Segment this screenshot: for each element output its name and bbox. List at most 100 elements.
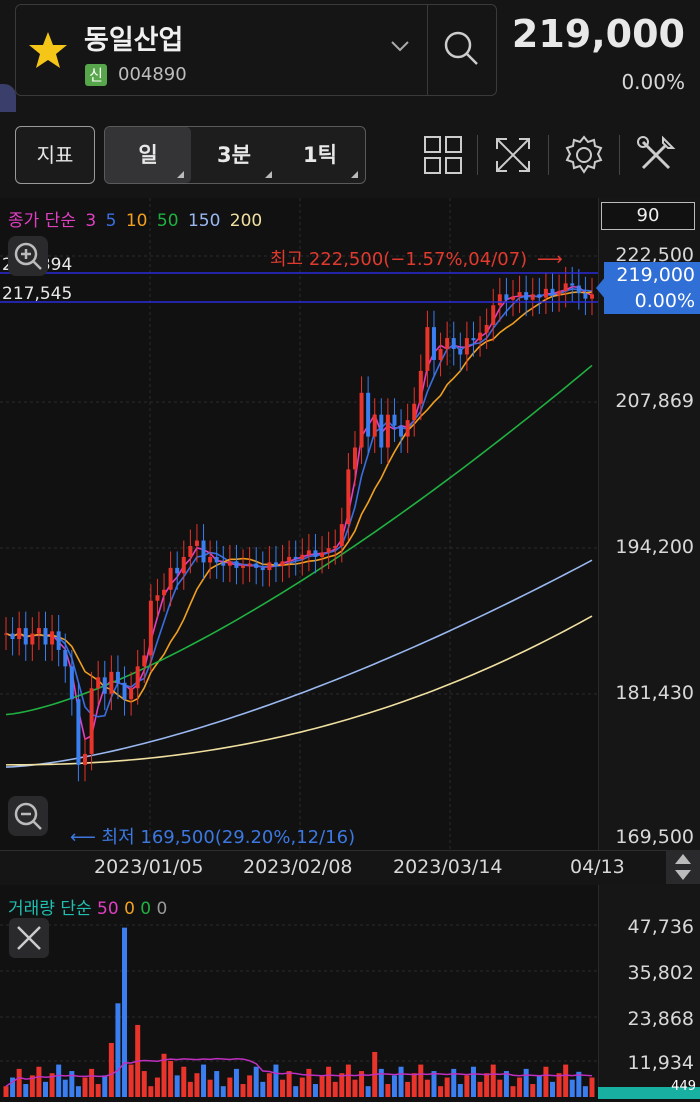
candle — [445, 338, 450, 350]
ma-legend[interactable]: 종가 단순 3 5 10 50 150 200 — [8, 206, 266, 231]
indicator-button[interactable]: 지표 — [15, 126, 95, 184]
close-icon — [17, 926, 41, 950]
candle — [188, 546, 193, 557]
y-axis-label: 194,200 — [615, 536, 694, 558]
candle — [464, 338, 469, 355]
volume-bar — [345, 1064, 351, 1097]
candle — [583, 293, 588, 299]
volume-bar — [319, 1075, 325, 1097]
volume-bar — [293, 1086, 299, 1097]
candle — [50, 631, 55, 645]
candle — [478, 332, 483, 341]
ma50-line — [5, 364, 593, 716]
candle — [392, 414, 397, 426]
candle — [300, 554, 305, 560]
volume-bar — [470, 1066, 476, 1097]
volume-bar — [365, 1086, 371, 1097]
candle — [280, 561, 285, 566]
volume-bar — [490, 1064, 496, 1097]
volume-bar — [122, 927, 128, 1097]
zoom-out-button[interactable] — [8, 796, 48, 836]
volume-bar — [418, 1064, 424, 1097]
volume-bar — [253, 1066, 259, 1097]
candle — [491, 305, 496, 325]
candle — [142, 655, 147, 667]
candle — [550, 288, 555, 296]
candle — [372, 414, 377, 437]
candle — [227, 561, 232, 566]
toolbar-divider — [477, 135, 478, 175]
ma-legend-period: 3 — [85, 211, 97, 231]
candle — [543, 288, 548, 298]
volume-bar — [517, 1077, 523, 1097]
candle — [438, 349, 443, 360]
candle — [590, 294, 594, 299]
lower-line-label: 217,545 — [2, 284, 73, 304]
fullscreen-icon[interactable] — [492, 134, 534, 176]
volume-bar — [266, 1073, 272, 1097]
volume-bar — [181, 1066, 187, 1097]
candle — [563, 283, 568, 292]
ma-legend-period: 200 — [229, 211, 263, 231]
y-axis-label: 169,500 — [615, 826, 694, 848]
volume-bar — [168, 1060, 174, 1097]
candle — [484, 324, 489, 333]
volume-bar — [563, 1064, 569, 1097]
candle — [181, 556, 186, 574]
volume-legend-value: 0 — [124, 899, 135, 919]
candle — [56, 631, 61, 650]
candle — [306, 550, 311, 555]
layout-grid-icon[interactable] — [422, 134, 464, 176]
current-price-value: 219,000 — [616, 264, 695, 286]
star-icon[interactable] — [28, 30, 68, 70]
candle — [267, 562, 272, 571]
ma150-line — [5, 559, 593, 768]
volume-bar — [405, 1081, 411, 1097]
x-axis-label: 2023/03/14 — [393, 856, 503, 878]
ma-legend-period: 5 — [105, 211, 117, 231]
volume-legend[interactable]: 거래량 단순 50 0 0 0 — [8, 894, 167, 919]
candle — [366, 392, 371, 437]
gear-icon[interactable] — [563, 134, 605, 176]
candle — [346, 469, 351, 525]
volume-bar — [187, 1081, 193, 1097]
volume-bar — [385, 1084, 391, 1097]
tools-icon[interactable] — [635, 134, 677, 176]
volume-legend-value: 0 — [140, 899, 152, 919]
candle — [458, 349, 463, 355]
candle — [425, 327, 430, 371]
volume-bar — [280, 1079, 286, 1097]
candle — [260, 567, 265, 571]
search-icon[interactable] — [441, 28, 481, 68]
zoom-in-button[interactable] — [8, 236, 48, 276]
candle — [76, 699, 81, 765]
close-volume-button[interactable] — [9, 918, 49, 958]
candle — [359, 392, 364, 448]
volume-bar — [306, 1068, 312, 1097]
volume-bar — [62, 1079, 68, 1097]
candle — [431, 327, 436, 360]
candle — [313, 550, 318, 557]
candle — [557, 291, 562, 296]
volume-bar — [154, 1077, 160, 1097]
volume-bar — [89, 1068, 95, 1097]
candle — [168, 567, 173, 590]
price-chart[interactable] — [0, 198, 598, 850]
volume-bar — [240, 1084, 246, 1097]
volume-bar — [286, 1071, 292, 1097]
x-axis-label: 04/13 — [570, 856, 625, 878]
candle — [247, 563, 252, 566]
candle — [155, 595, 160, 601]
volume-bar — [36, 1066, 42, 1097]
visible-count-field[interactable]: 90 — [601, 202, 695, 230]
stock-selector[interactable] — [15, 4, 428, 96]
chevron-down-icon[interactable] — [388, 36, 412, 56]
candle — [194, 540, 199, 546]
candle — [208, 556, 213, 563]
candle — [570, 283, 575, 286]
volume-bar — [391, 1075, 397, 1097]
volume-bar — [569, 1079, 575, 1097]
scroll-arrows[interactable] — [666, 850, 700, 884]
volume-bar — [411, 1073, 417, 1097]
candle — [293, 556, 298, 560]
